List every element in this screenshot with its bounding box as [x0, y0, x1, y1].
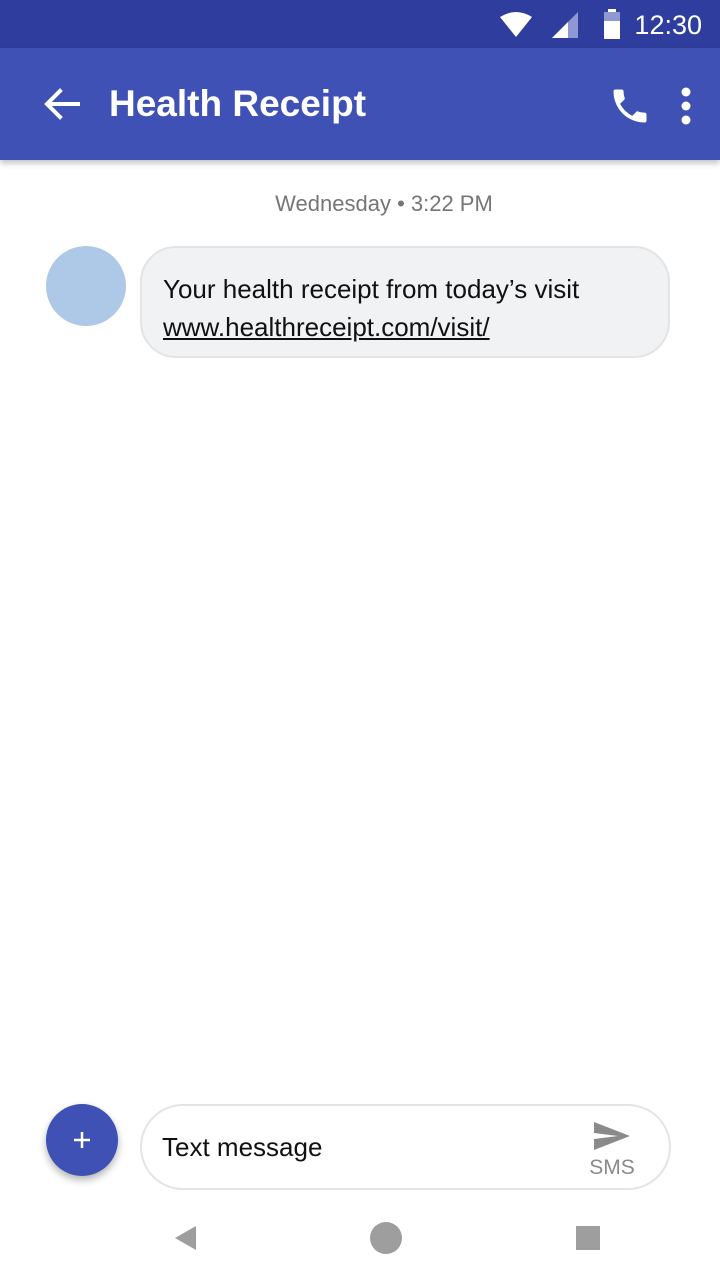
- compose-bar: SMS: [140, 1104, 671, 1190]
- avatar[interactable]: [46, 246, 126, 326]
- wifi-icon: [500, 12, 532, 43]
- navigation-bar: [0, 1200, 720, 1280]
- send-icon: [594, 1122, 630, 1150]
- message-timestamp: Wednesday • 3:22 PM: [275, 191, 493, 216]
- signal-icon: [552, 12, 578, 43]
- status-bar: 12:30: [0, 0, 720, 48]
- back-triangle-icon[interactable]: [172, 1224, 198, 1257]
- arrow-left-icon[interactable]: [40, 82, 84, 126]
- app-bar: Health Receipt: [0, 48, 720, 160]
- battery-icon: [603, 9, 621, 44]
- home-circle-icon[interactable]: [370, 1222, 402, 1259]
- more-vert-icon[interactable]: [670, 84, 702, 128]
- plus-icon: [74, 1132, 90, 1148]
- recents-square-icon[interactable]: [576, 1226, 600, 1255]
- send-button[interactable]: SMS: [582, 1114, 642, 1182]
- send-label: SMS: [589, 1156, 635, 1179]
- message-bubble[interactable]: Your health receipt from today’s visit w…: [140, 246, 670, 358]
- status-time: 12:30: [634, 10, 702, 40]
- message-link[interactable]: www.healthreceipt.com/visit/: [163, 308, 490, 346]
- phone-icon[interactable]: [608, 84, 652, 128]
- conversation-title: Health Receipt: [109, 83, 367, 124]
- message-input[interactable]: [162, 1129, 562, 1165]
- message-text: Your health receipt from today’s visit: [163, 274, 580, 304]
- attach-button[interactable]: [46, 1104, 118, 1176]
